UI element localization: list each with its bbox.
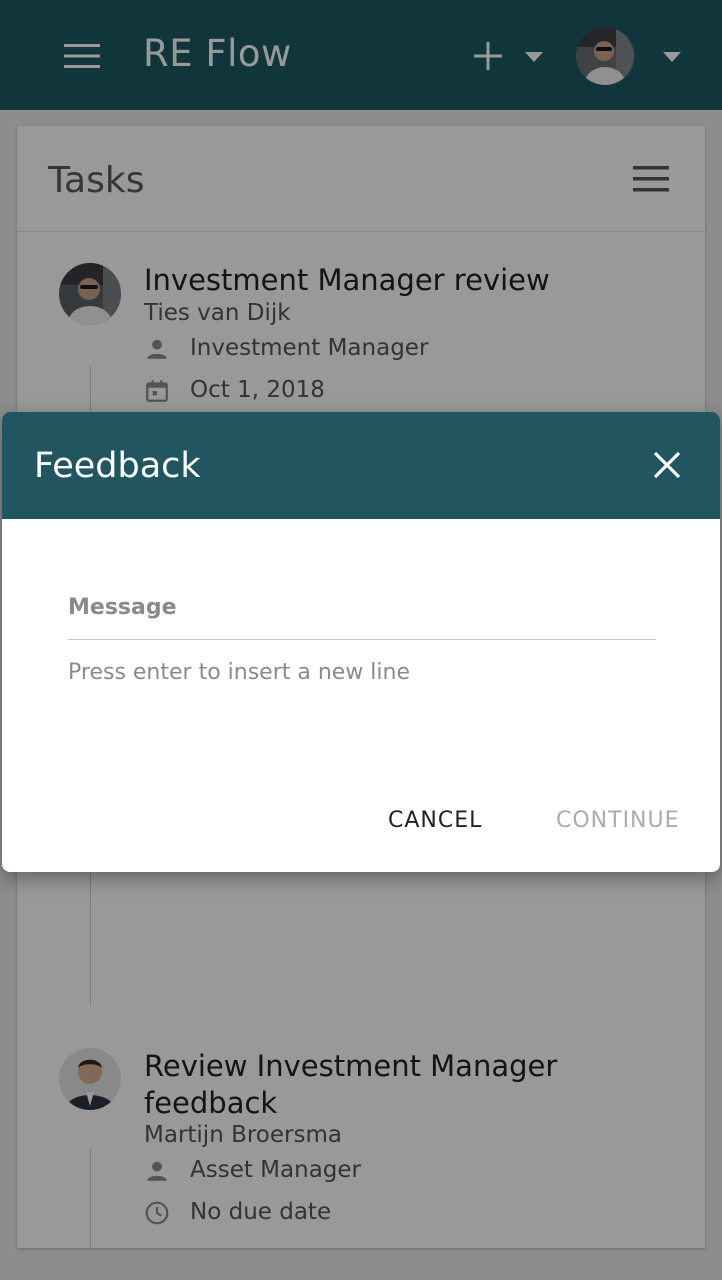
close-icon[interactable] — [652, 450, 682, 480]
message-underline — [68, 639, 656, 640]
cancel-button[interactable]: CANCEL — [388, 808, 482, 833]
continue-button[interactable]: CONTINUE — [556, 808, 680, 833]
message-hint: Press enter to insert a new line — [68, 660, 411, 685]
message-input[interactable] — [68, 590, 660, 640]
dialog-header: Feedback — [2, 412, 720, 519]
dialog-title: Feedback — [34, 446, 201, 486]
feedback-dialog: Feedback Message Press enter to insert a… — [2, 412, 720, 872]
